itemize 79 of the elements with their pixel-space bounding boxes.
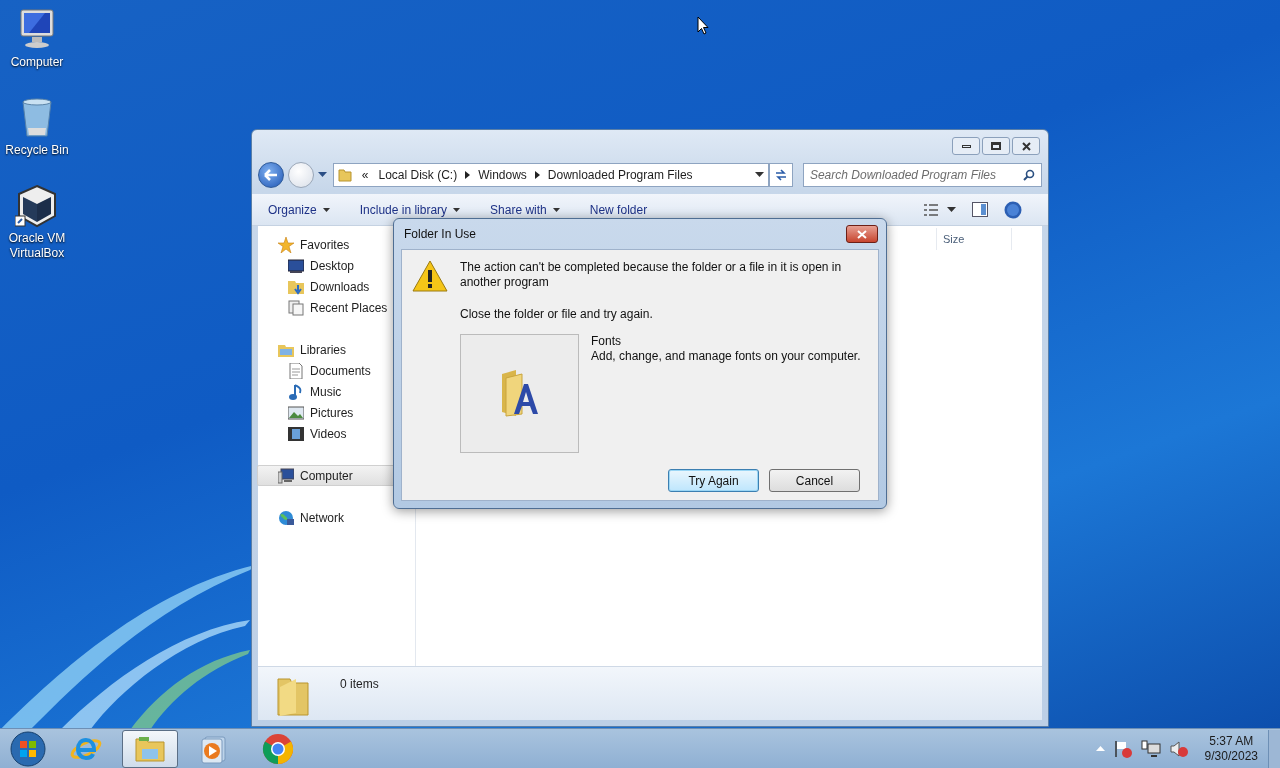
caret-icon xyxy=(322,207,330,212)
folder-icon xyxy=(276,675,310,717)
recent-places-icon xyxy=(288,299,304,316)
nav-item[interactable]: Desktop xyxy=(258,255,415,276)
nav-item[interactable]: Videos xyxy=(258,423,415,444)
chevron-icon[interactable] xyxy=(534,171,540,179)
preview-pane-icon[interactable] xyxy=(972,202,988,217)
breadcrumb-link[interactable]: Windows xyxy=(478,166,527,184)
close-icon xyxy=(1021,141,1031,151)
cube-icon[interactable] xyxy=(15,184,59,228)
minimize-button[interactable] xyxy=(952,137,980,155)
toolbar-button[interactable]: Share with xyxy=(490,200,560,219)
volume-muted-icon[interactable] xyxy=(1168,739,1189,758)
desktop-icon xyxy=(288,257,304,274)
nav-item[interactable]: Music xyxy=(258,381,415,402)
downloads-folder-icon xyxy=(288,278,304,295)
back-arrow-icon xyxy=(263,169,278,181)
dropdown-caret-icon xyxy=(755,172,765,178)
clock[interactable]: 5:37 AM 9/30/2023 xyxy=(1204,733,1258,764)
item-description: Add, change, and manage fonts on your computer. xyxy=(591,349,861,364)
item-name: Fonts xyxy=(591,334,622,349)
globe-icon xyxy=(278,509,294,526)
pictures-icon xyxy=(288,404,304,421)
dialog-title: Folder In Use xyxy=(404,226,477,243)
mouse-cursor-icon xyxy=(697,16,709,35)
details-view-icon xyxy=(923,203,939,216)
chevron-icon[interactable] xyxy=(465,171,471,179)
refresh-button[interactable] xyxy=(769,163,793,187)
error-message: The action can't be completed because the folder or a file in it is open in another program xyxy=(460,260,843,290)
overflow-chevrons[interactable]: « xyxy=(361,166,369,184)
music-note-icon xyxy=(288,383,304,400)
dialog-button[interactable]: Try Again xyxy=(668,469,759,492)
hint-text: Close the folder or file and try again. xyxy=(460,306,654,323)
fonts-folder-icon xyxy=(499,369,540,418)
clock-date: 9/30/2023 xyxy=(1204,748,1258,764)
taskbar-button[interactable] xyxy=(122,729,178,768)
nav-item[interactable]: Downloads xyxy=(258,276,415,297)
warning-icon xyxy=(412,260,448,292)
star-icon xyxy=(278,236,294,253)
nav-item[interactable]: Network xyxy=(258,507,415,528)
view-options-button[interactable] xyxy=(923,203,956,216)
desktop-icon-label[interactable]: Oracle VM VirtualBox xyxy=(0,231,74,261)
desktop-icon-label[interactable]: Computer xyxy=(10,55,64,70)
maximize-button[interactable] xyxy=(982,137,1010,155)
back-button[interactable] xyxy=(258,162,284,188)
caret-icon xyxy=(947,206,956,213)
nav-item[interactable]: Pictures xyxy=(258,402,415,423)
address-bar[interactable]: « Local Disk (C:) Windows Downloaded Program Files xyxy=(332,163,770,187)
action-center-error-icon[interactable] xyxy=(1112,739,1133,758)
clock-time: 5:37 AM xyxy=(1209,733,1254,749)
start-button[interactable] xyxy=(8,729,48,768)
search-icon xyxy=(1023,169,1035,181)
windows-orb-icon xyxy=(10,730,46,767)
close-button[interactable] xyxy=(846,225,878,243)
caret-icon xyxy=(552,207,560,212)
chrome-logo-icon xyxy=(262,732,294,765)
nav-item[interactable]: Libraries xyxy=(258,339,415,360)
document-icon xyxy=(288,362,304,379)
desktop-icon-label[interactable]: Recycle Bin xyxy=(5,143,69,158)
refresh-icon xyxy=(774,169,788,181)
nav-item[interactable]: Recent Places xyxy=(258,297,415,318)
close-button[interactable] xyxy=(1012,137,1040,155)
computer-icon xyxy=(278,467,294,484)
toolbar-button[interactable]: New folder xyxy=(589,200,648,219)
history-caret-icon xyxy=(317,172,327,178)
close-icon xyxy=(857,229,867,239)
search-field[interactable]: Search Downloaded Program Files xyxy=(802,163,1042,187)
caret-icon xyxy=(453,207,461,212)
network-icon[interactable] xyxy=(1140,739,1161,758)
toolbar-button[interactable]: Include in library xyxy=(359,200,461,219)
folder-icon xyxy=(337,168,352,182)
breadcrumb-link[interactable]: Local Disk (C:) xyxy=(378,166,458,184)
breadcrumb-link[interactable]: Downloaded Program Files xyxy=(547,166,693,184)
item-count: 0 items xyxy=(340,676,379,693)
toolbar-button[interactable]: Organize xyxy=(268,200,330,219)
column-header[interactable]: Size xyxy=(936,228,1012,250)
nav-item[interactable]: Documents xyxy=(258,360,415,381)
dialog-button[interactable]: Cancel xyxy=(769,469,860,492)
film-icon xyxy=(288,425,304,442)
